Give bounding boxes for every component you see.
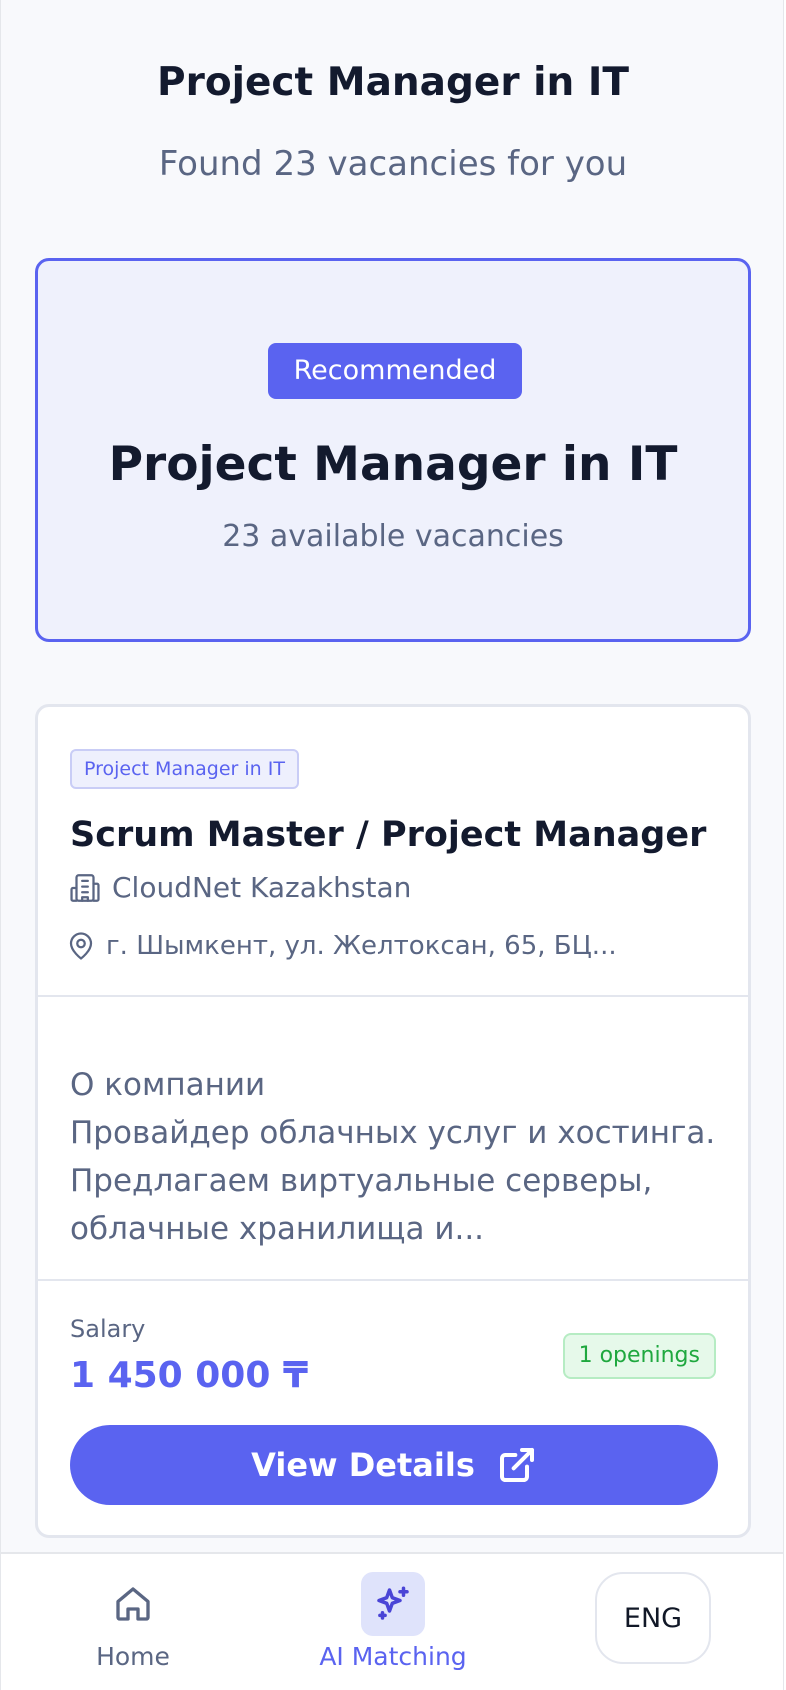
bottom-navigation: Home AI Matching ENG [1, 1552, 783, 1690]
recommended-badge: Recommended [268, 343, 522, 399]
page-subtitle: Found 23 vacancies for you [158, 144, 628, 184]
map-pin-icon [69, 932, 93, 960]
salary-label: Salary [70, 1315, 146, 1343]
nav-label-ai-matching: AI Matching [319, 1642, 467, 1671]
job-card: Project Manager in IT Scrum Master / Pro… [35, 704, 751, 1538]
recommended-card[interactable]: Recommended Project Manager in IT 23 ava… [35, 258, 751, 642]
description-heading: О компании [70, 1067, 266, 1103]
nav-label-home: Home [96, 1642, 170, 1671]
sparkles-icon [377, 1586, 409, 1620]
view-details-button[interactable]: View Details [70, 1425, 718, 1505]
nav-item-home[interactable]: Home [33, 1554, 233, 1690]
salary-value: 1 450 000 ₸ [70, 1355, 308, 1396]
company-description: О компании Провайдер облачных услуг и хо… [70, 1061, 720, 1253]
job-category-tag: Project Manager in IT [70, 749, 299, 789]
home-icon [116, 1587, 150, 1621]
nav-item-ai-matching[interactable]: AI Matching [293, 1554, 493, 1690]
divider [38, 995, 748, 997]
sparkles-icon-wrap [361, 1572, 425, 1636]
openings-badge: 1 openings [562, 1333, 716, 1379]
language-toggle-button[interactable]: ENG [595, 1572, 711, 1664]
view-details-label: View Details [251, 1446, 475, 1484]
page-title: Project Manager in IT [157, 60, 629, 105]
description-text: Провайдер облачных услуг и хостинга. Пре… [70, 1115, 716, 1247]
divider [38, 1279, 748, 1281]
external-link-icon [499, 1448, 534, 1482]
job-location: г. Шымкент, ул. Желтоксан, 65, БЦ... [106, 931, 617, 961]
job-title[interactable]: Scrum Master / Project Manager [70, 815, 706, 855]
app-screen: Project Manager in IT Found 23 vacancies… [0, 0, 784, 1690]
recommended-title: Project Manager in IT [108, 437, 678, 492]
company-name: CloudNet Kazakhstan [112, 871, 412, 904]
home-icon-wrap [101, 1572, 165, 1636]
recommended-vacancy-count: 23 available vacancies [222, 519, 564, 554]
building-icon [70, 874, 100, 902]
